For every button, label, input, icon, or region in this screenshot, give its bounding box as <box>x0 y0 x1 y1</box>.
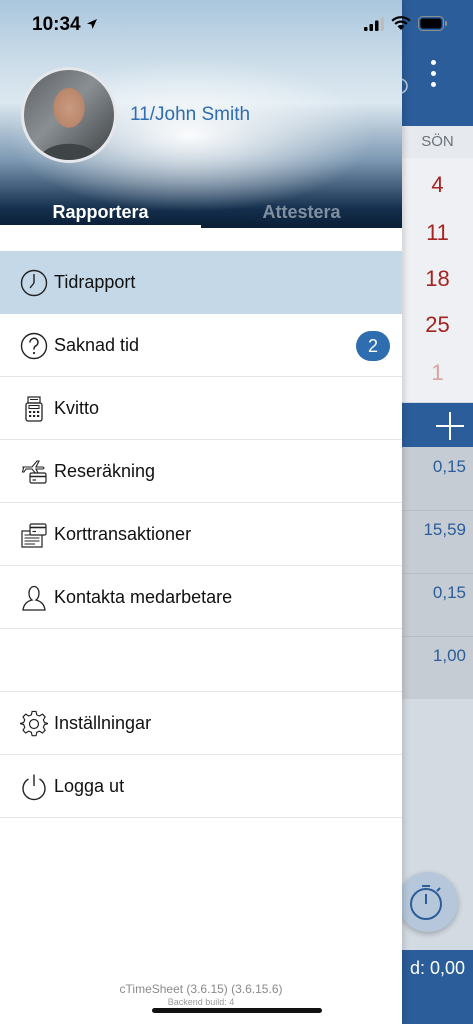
menu-item-label: Tidrapport <box>54 272 136 292</box>
menu-item-korttransaktioner[interactable]: Korttransaktioner <box>0 503 402 566</box>
receipt-icon <box>25 396 43 422</box>
status-bar: 10:34 <box>0 0 473 50</box>
menu-item-tidrapport[interactable]: Tidrapport <box>0 251 402 314</box>
add-icon[interactable] <box>436 412 464 440</box>
status-time: 10:34 <box>32 14 81 35</box>
drawer-menu: Tidrapport Saknad tid 2 Kvitto Reseräkni… <box>0 251 402 818</box>
calendar-date[interactable]: 11 <box>402 220 473 246</box>
menu-item-label: Reseräkning <box>54 461 156 481</box>
tab-indicator <box>0 225 201 228</box>
menu-item-installningar[interactable]: Inställningar <box>0 692 402 755</box>
avatar[interactable] <box>21 67 117 163</box>
calendar-date[interactable]: 18 <box>402 266 473 292</box>
drawer-tabs: Rapportera Attestera <box>0 200 402 228</box>
weekday-header: SÖN <box>402 126 473 158</box>
backend-build: Backend build: 4 <box>167 997 235 1007</box>
user-name[interactable]: 11/John Smith <box>130 104 250 126</box>
stopwatch-button[interactable] <box>398 872 458 932</box>
app-version: cTimeSheet (3.6.15) (3.6.15.6) <box>119 982 283 996</box>
menu-item-reserakning[interactable]: Reseräkning <box>0 440 402 503</box>
entry-value[interactable]: 15,59 <box>402 520 466 540</box>
divider <box>402 636 473 637</box>
clock-icon <box>20 269 48 297</box>
tab-attestera[interactable]: Attestera <box>201 202 402 223</box>
calendar-date[interactable]: 4 <box>402 172 473 198</box>
count-badge: 2 <box>356 331 390 361</box>
menu-item-label: Korttransaktioner <box>54 524 192 544</box>
divider <box>402 573 473 574</box>
travel-expense-icon <box>21 460 47 484</box>
menu-item-label: Inställningar <box>54 713 152 733</box>
entry-value[interactable]: 0,15 <box>402 583 466 603</box>
menu-item-saknad-tid[interactable]: Saknad tid 2 <box>0 314 402 377</box>
battery-icon <box>418 16 447 31</box>
question-icon <box>20 332 48 360</box>
menu-item-label: Kvitto <box>54 398 100 418</box>
calendar-date[interactable]: 25 <box>402 312 473 338</box>
calendar-date[interactable]: 1 <box>402 360 473 386</box>
divider <box>402 510 473 511</box>
home-indicator[interactable] <box>152 1008 322 1013</box>
wifi-icon <box>391 16 411 30</box>
menu-item-logga-ut[interactable]: Logga ut <box>0 755 402 818</box>
person-icon <box>22 585 46 611</box>
menu-item-label: Kontakta medarbetare <box>54 587 233 607</box>
stopwatch-icon <box>410 885 442 920</box>
card-transactions-icon <box>21 523 47 548</box>
entry-value[interactable]: 1,00 <box>402 646 466 666</box>
menu-item-label: Saknad tid <box>54 335 140 355</box>
power-icon <box>22 774 46 801</box>
entry-value[interactable]: 0,15 <box>402 457 466 477</box>
more-options-icon[interactable] <box>428 60 438 93</box>
gear-icon <box>20 710 48 737</box>
tab-rapportera[interactable]: Rapportera <box>0 202 201 223</box>
menu-item-label: Logga ut <box>54 776 125 796</box>
menu-item-kvitto[interactable]: Kvitto <box>0 377 402 440</box>
footer-total: d: 0,00 <box>409 958 465 978</box>
cellular-signal-icon <box>364 17 384 31</box>
menu-item-kontakta-medarbetare[interactable]: Kontakta medarbetare <box>0 566 402 629</box>
location-arrow-icon <box>87 19 97 29</box>
menu-spacer <box>0 629 402 692</box>
navigation-drawer: 11/John Smith Rapportera Attestera Tidra… <box>0 0 402 1024</box>
